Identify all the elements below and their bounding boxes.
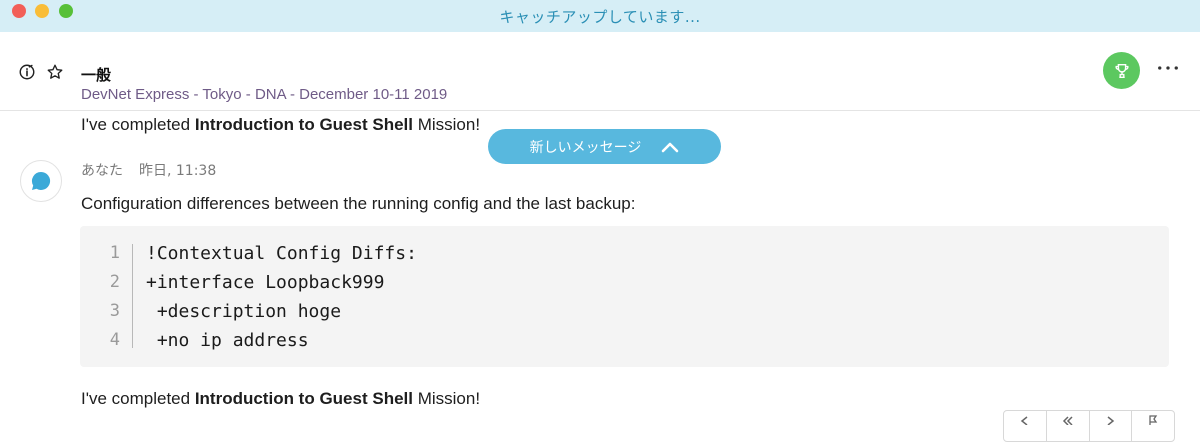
trophy-icon (1114, 63, 1129, 78)
window-title: キャッチアップしています... (499, 8, 701, 26)
space-title: 一般 (81, 66, 112, 84)
line-number: 1 (109, 243, 120, 263)
chat-bubble-icon (31, 171, 51, 190)
forward-button[interactable] (1090, 411, 1133, 441)
line-number: 2 (109, 272, 120, 292)
timestamp: 昨日, 11:38 (139, 163, 217, 179)
message-meta: あなた 昨日, 11:38 (81, 160, 216, 180)
code-text: +no ip address (146, 330, 309, 351)
line-number: 3 (109, 301, 120, 321)
space-header: 一般 DevNet Express - Tokyo - DNA - Decemb… (0, 32, 1200, 111)
new-messages-button[interactable]: 新しいメッセージ (488, 129, 721, 164)
star-icon[interactable] (45, 62, 65, 82)
avatar[interactable] (20, 160, 62, 202)
gutter-divider (132, 244, 133, 348)
message-text: I've completed Introduction to Guest She… (81, 389, 481, 408)
code-text: +description hoge (146, 301, 342, 322)
code-text: +interface Loopback999 (146, 272, 385, 293)
message-body: Configuration differences between the ru… (81, 194, 636, 213)
window-titlebar: キャッチアップしています... (0, 0, 1200, 32)
reply-button[interactable] (1004, 411, 1047, 441)
chevron-up-icon (662, 142, 679, 152)
line-number: 4 (109, 330, 120, 350)
space-subtitle[interactable]: DevNet Express - Tokyo - DNA - December … (81, 86, 447, 103)
flag-button[interactable] (1132, 411, 1174, 441)
trophy-button[interactable] (1103, 52, 1140, 89)
more-icon (1158, 66, 1178, 70)
reply-all-button[interactable] (1047, 411, 1090, 441)
info-icon[interactable] (17, 62, 37, 82)
message-text: I've completed Introduction to Guest She… (81, 115, 481, 134)
more-options-button[interactable] (1156, 56, 1180, 80)
new-messages-label: 新しいメッセージ (529, 139, 642, 156)
message-action-bar (1003, 410, 1175, 442)
sender-name[interactable]: あなた (81, 163, 123, 179)
code-text: !Contextual Config Diffs: (146, 243, 417, 264)
code-block: 1 !Contextual Config Diffs: 2 +interface L… (80, 226, 1169, 367)
